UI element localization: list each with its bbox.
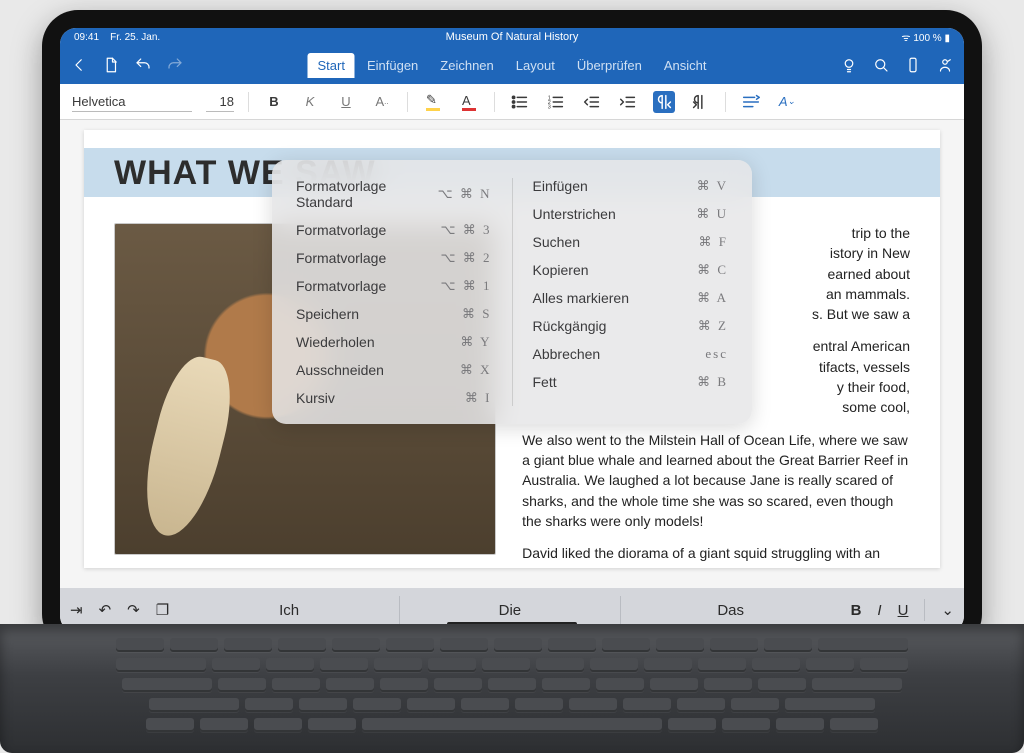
tab-layout[interactable]: Layout (506, 53, 565, 78)
shortcut-row: Kursiv⌘ I (296, 390, 492, 406)
quicktype-suggestions: Ich Die Das (179, 596, 840, 625)
clipboard-kb-button[interactable]: ❐ (156, 601, 169, 619)
shortcut-row: Kopieren⌘ C (533, 262, 729, 278)
search-icon[interactable] (872, 56, 890, 74)
shortcut-row: Ausschneiden⌘ X (296, 362, 492, 378)
shortcuts-hud: Formatvorlage Standard⌥ ⌘ N Formatvorlag… (272, 160, 752, 424)
mobile-view-icon[interactable] (904, 56, 922, 74)
shortcut-row: Formatvorlage⌥ ⌘ 1 (296, 278, 492, 294)
undo-button[interactable] (134, 56, 152, 74)
suggestion-2[interactable]: Die (399, 596, 620, 625)
font-size-field[interactable]: 18 (206, 92, 234, 112)
shortcuts-col-left: Formatvorlage Standard⌥ ⌘ N Formatvorlag… (296, 178, 513, 406)
app-toolbar: Start Einfügen Zeichnen Layout Überprüfe… (60, 46, 964, 84)
shortcut-row: Formatvorlage⌥ ⌘ 2 (296, 250, 492, 266)
bold-button[interactable]: B (263, 91, 285, 113)
tab-draw[interactable]: Zeichnen (430, 53, 503, 78)
lightbulb-icon[interactable] (840, 56, 858, 74)
kb-italic-button[interactable]: I (877, 602, 881, 619)
numbering-button[interactable]: 123 (545, 91, 567, 113)
tab-insert[interactable]: Einfügen (357, 53, 428, 78)
shortcut-row: Abbrechenesc (533, 346, 729, 362)
shortcut-row: Formatvorlage⌥ ⌘ 3 (296, 222, 492, 238)
svg-text:3: 3 (548, 104, 551, 110)
bullets-button[interactable] (509, 91, 531, 113)
shortcut-row: Einfügen⌘ V (533, 178, 729, 194)
clear-formatting-button[interactable]: A⌄ (776, 91, 798, 113)
tab-start[interactable]: Start (307, 53, 354, 78)
outdent-button[interactable] (581, 91, 603, 113)
status-date: Fr. 25. Jan. (110, 32, 160, 43)
shortcut-row: Formatvorlage Standard⌥ ⌘ N (296, 178, 492, 210)
strikethrough-button[interactable]: A.. (371, 91, 393, 113)
highlight-button[interactable]: ✎ (422, 91, 444, 113)
italic-button[interactable]: K (299, 91, 321, 113)
suggestion-1[interactable]: Ich (179, 596, 399, 625)
battery-text: 100 % (913, 33, 941, 44)
file-button[interactable] (102, 56, 120, 74)
kb-collapse-button[interactable]: ⌄ (941, 601, 954, 619)
tab-review[interactable]: Überprüfen (567, 53, 652, 78)
document-title: Museum Of Natural History (446, 31, 579, 43)
share-icon[interactable] (936, 56, 954, 74)
indent-button[interactable] (617, 91, 639, 113)
wifi-icon: ᯤ (901, 33, 910, 44)
shortcut-row: Suchen⌘ F (533, 234, 729, 250)
shortcut-row: Unterstrichen⌘ U (533, 206, 729, 222)
status-time: 09:41 (74, 32, 99, 43)
paragraph-ltr-button[interactable] (689, 91, 711, 113)
redo-kb-button[interactable]: ↷ (127, 601, 140, 619)
ipad-frame: 09:41 Fr. 25. Jan. Museum Of Natural His… (42, 10, 982, 650)
back-button[interactable] (70, 56, 88, 74)
shortcut-row: Speichern⌘ S (296, 306, 492, 322)
redo-button[interactable] (166, 56, 184, 74)
shortcut-row: Alles markieren⌘ A (533, 290, 729, 306)
tab-key-icon[interactable]: ⇥ (70, 601, 83, 619)
format-toolbar: Helvetica 18 B K U A.. ✎ A 123 A⌄ (60, 84, 964, 120)
tab-view[interactable]: Ansicht (654, 53, 717, 78)
undo-kb-button[interactable]: ↶ (99, 601, 112, 619)
kb-bold-button[interactable]: B (851, 602, 862, 619)
ribbon-tabs: Start Einfügen Zeichnen Layout Überprüfe… (307, 53, 716, 78)
screen: 09:41 Fr. 25. Jan. Museum Of Natural His… (60, 28, 964, 632)
ios-statusbar: 09:41 Fr. 25. Jan. Museum Of Natural His… (60, 28, 964, 46)
font-color-button[interactable]: A (458, 91, 480, 113)
smart-keyboard (0, 624, 1024, 753)
kb-underline-button[interactable]: U (898, 602, 909, 619)
battery-icon: ▮ (944, 33, 950, 44)
shortcut-row: Wiederholen⌘ Y (296, 334, 492, 350)
shortcut-row: Fett⌘ B (533, 374, 729, 390)
font-name-field[interactable]: Helvetica (72, 92, 192, 112)
shortcuts-col-right: Einfügen⌘ V Unterstrichen⌘ U Suchen⌘ F K… (513, 178, 729, 406)
styles-button[interactable] (740, 91, 762, 113)
shortcut-row: Rückgängig⌘ Z (533, 318, 729, 334)
status-right: ᯤ 100 % ▮ (901, 30, 950, 44)
paragraph-rtl-button[interactable] (653, 91, 675, 113)
suggestion-3[interactable]: Das (620, 596, 841, 625)
underline-button[interactable]: U (335, 91, 357, 113)
